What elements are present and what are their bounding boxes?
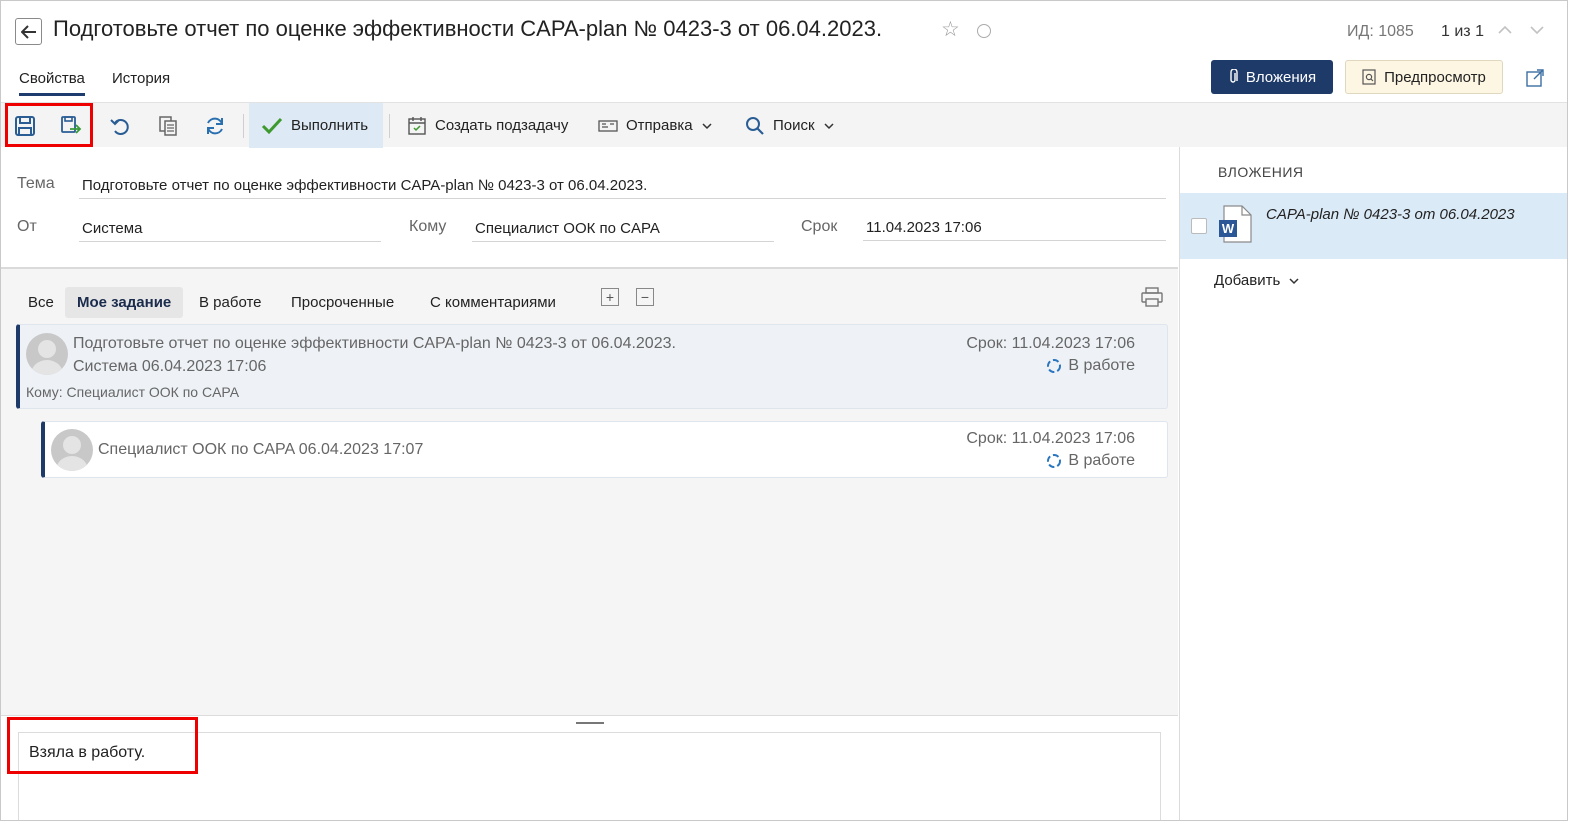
from-label: От: [17, 218, 37, 235]
deadline-label: Срок: [801, 218, 838, 235]
task-author-date: Система 06.04.2023 17:06: [73, 358, 267, 375]
refresh-icon[interactable]: [203, 114, 227, 138]
chevron-down-icon: [1289, 277, 1299, 284]
preview-button[interactable]: Предпросмотр: [1345, 60, 1503, 94]
page-title: Подготовьте отчет по оценке эффективност…: [53, 16, 883, 41]
highlight-save-buttons: [5, 103, 93, 147]
in-progress-icon: [1047, 454, 1062, 468]
arrow-left-icon: [20, 24, 36, 39]
create-subtask-label: Создать подзадачу: [435, 117, 569, 134]
toolbar: Выполнить Создать подзадачу Отправка Пои…: [1, 102, 1567, 148]
chevron-down-icon: [824, 122, 834, 129]
attachment-item[interactable]: W CAPA-plan № 0423-3 от 06.04.2023: [1180, 193, 1567, 259]
task-window: Подготовьте отчет по оценке эффективност…: [0, 0, 1568, 821]
add-attachment-label: Добавить: [1214, 272, 1281, 289]
tab-history[interactable]: История: [112, 70, 170, 87]
to-label: Кому: [409, 218, 447, 235]
in-progress-icon: [1047, 359, 1062, 373]
open-external-icon[interactable]: [1525, 68, 1545, 92]
preview-button-label: Предпросмотр: [1384, 68, 1486, 86]
attachment-checkbox[interactable]: [1191, 218, 1207, 234]
checkmark-icon: [261, 117, 283, 134]
task-deadline: Срок: 11.04.2023 17:06: [966, 335, 1135, 352]
filter-my-task[interactable]: Мое задание: [65, 287, 184, 318]
chevron-down-icon: [702, 122, 712, 129]
chevron-up-icon[interactable]: [1496, 21, 1514, 43]
attachments-button[interactable]: Вложения: [1211, 60, 1333, 94]
task-status: В работе: [1046, 357, 1135, 375]
filter-with-comments[interactable]: С комментариями: [418, 287, 568, 318]
task-title: Подготовьте отчет по оценке эффективност…: [73, 335, 676, 352]
task-deadline: Срок: 11.04.2023 17:06: [966, 430, 1135, 447]
from-field[interactable]: Система: [79, 220, 381, 242]
task-status-label: В работе: [1068, 357, 1135, 374]
task-recipient: Кому: Специалист ООК по CAPA: [26, 384, 240, 400]
avatar: [26, 333, 68, 375]
search-menu-label: Поиск: [773, 117, 815, 134]
id-label: ИД: 1085: [1347, 23, 1414, 40]
toolbar-divider: [243, 114, 244, 138]
paperclip-icon: [1230, 69, 1238, 83]
star-icon[interactable]: ☆: [941, 17, 960, 42]
run-button[interactable]: Выполнить: [249, 103, 383, 148]
create-subtask-button[interactable]: Создать подзадачу: [407, 103, 568, 148]
task-status: В работе: [1046, 452, 1135, 470]
attachments-button-label: Вложения: [1245, 68, 1317, 86]
status-circle-icon[interactable]: [977, 24, 991, 38]
send-menu[interactable]: Отправка: [598, 103, 713, 148]
back-button[interactable]: [15, 18, 42, 45]
subject-label: Тема: [17, 175, 55, 192]
subject-field[interactable]: Подготовьте отчет по оценке эффективност…: [79, 177, 1166, 199]
filter-all[interactable]: Все: [16, 287, 66, 318]
send-menu-label: Отправка: [626, 117, 693, 134]
tab-properties[interactable]: Свойства: [19, 70, 85, 96]
tasks-area: Все Мое задание В работе Просроченные С …: [1, 269, 1178, 715]
word-document-icon: W: [1218, 205, 1252, 247]
avatar: [51, 429, 93, 471]
filter-overdue[interactable]: Просроченные: [279, 287, 406, 318]
toolbar-divider: [389, 114, 390, 138]
record-counter: 1 из 1: [1441, 23, 1484, 40]
preview-doc-icon: [1362, 69, 1376, 85]
undo-icon[interactable]: [108, 114, 132, 138]
calendar-task-icon: [408, 116, 426, 135]
add-attachment-menu[interactable]: Добавить: [1214, 272, 1300, 289]
attachments-panel: ВЛОЖЕНИЯ W CAPA-plan № 0423-3 от 06.04.2…: [1179, 147, 1567, 820]
print-icon[interactable]: [1141, 287, 1163, 311]
splitter: [1, 715, 1178, 716]
attachments-panel-title: ВЛОЖЕНИЯ: [1218, 164, 1304, 180]
collapse-all-icon[interactable]: −: [636, 288, 654, 306]
chevron-down-icon[interactable]: [1528, 21, 1546, 43]
highlight-comment: [7, 717, 198, 774]
task-author-date: Специалист ООК по CAPA 06.04.2023 17:07: [98, 441, 424, 458]
task-status-label: В работе: [1068, 452, 1135, 469]
svg-text:W: W: [1222, 221, 1235, 236]
search-menu[interactable]: Поиск: [745, 103, 835, 148]
to-field[interactable]: Специалист ООК по CAPA: [472, 220, 774, 242]
send-icon: [598, 119, 618, 132]
search-icon: [746, 116, 764, 135]
resize-grip[interactable]: [576, 722, 604, 724]
filter-in-progress[interactable]: В работе: [187, 287, 274, 318]
task-card[interactable]: Специалист ООК по CAPA 06.04.2023 17:07 …: [41, 421, 1168, 478]
expand-all-icon[interactable]: +: [601, 288, 619, 306]
task-card[interactable]: Подготовьте отчет по оценке эффективност…: [16, 324, 1168, 409]
copy-icon[interactable]: [156, 114, 180, 138]
run-button-label: Выполнить: [291, 117, 369, 134]
deadline-field[interactable]: 11.04.2023 17:06: [863, 219, 1166, 241]
attachment-file-name[interactable]: CAPA-plan № 0423-3 от 06.04.2023: [1266, 203, 1546, 226]
